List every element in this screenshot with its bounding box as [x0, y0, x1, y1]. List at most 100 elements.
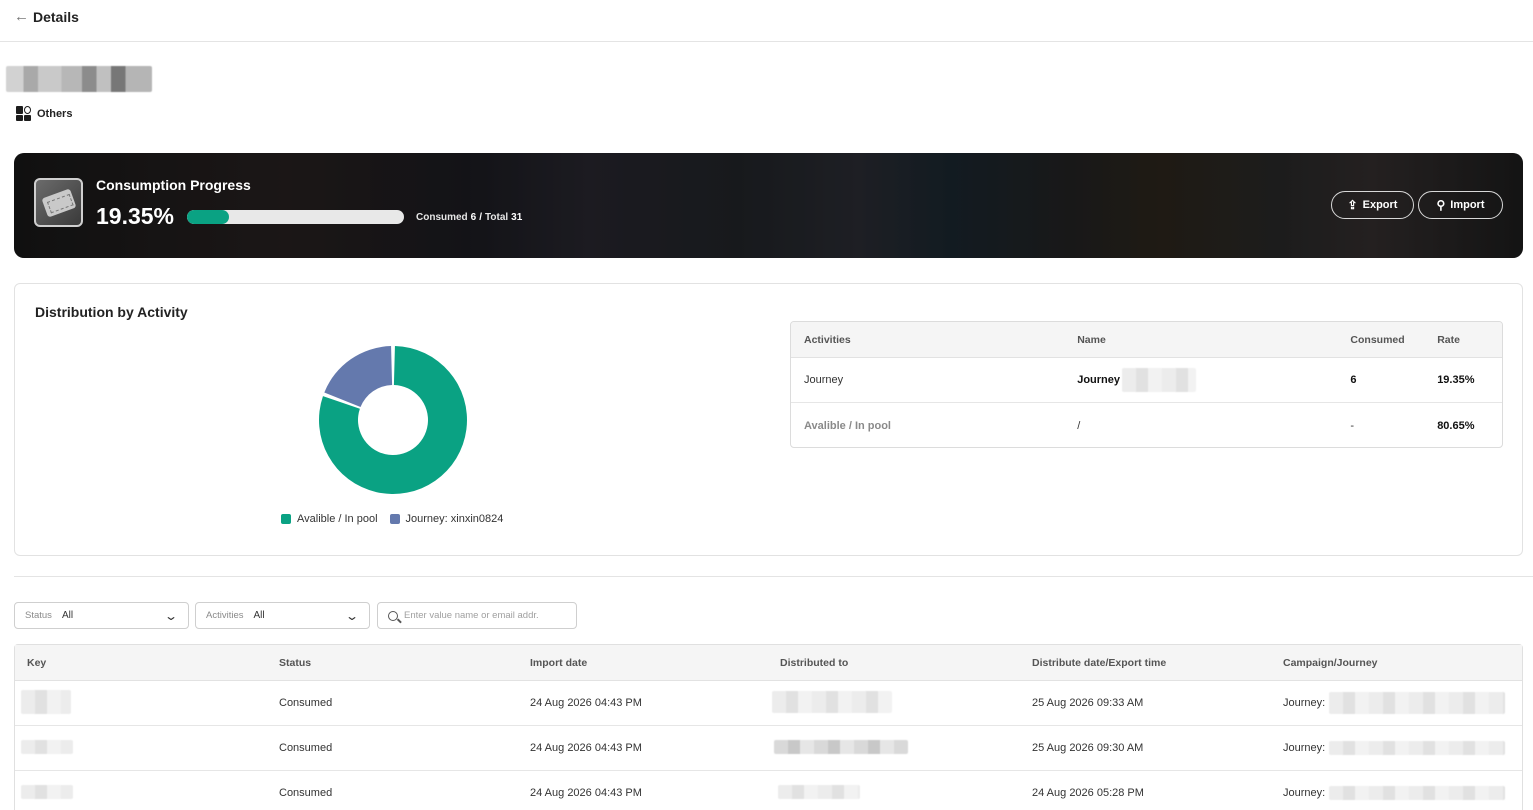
status-cell: Consumed: [279, 742, 333, 754]
search-box: [377, 602, 577, 629]
coupon-icon: [34, 178, 83, 227]
campaign-cell: Journey:: [1270, 741, 1522, 755]
status-cell: Consumed: [279, 787, 333, 799]
distribution-card: Distribution by Activity Avalible / In p…: [14, 283, 1523, 556]
campaign-prefix: Journey:: [1283, 742, 1326, 754]
legend-label-available: Avalible / In pool: [297, 513, 378, 525]
column-name: Name: [1077, 333, 1106, 346]
column-status: Status: [279, 656, 312, 669]
table-row[interactable]: Consumed 24 Aug 2026 04:43 PM 24 Aug 202…: [15, 771, 1522, 810]
recipient-redacted: [772, 690, 892, 713]
status-filter-dropdown[interactable]: Status All ⌄: [14, 602, 189, 629]
name-redacted: [1122, 368, 1196, 392]
activity-cell: Avalible / In pool: [804, 419, 891, 432]
campaign-redacted: [1329, 692, 1506, 714]
distribution-row: Avalible / In pool / - 80.65%: [791, 403, 1502, 447]
status-filter-label: Status: [25, 610, 52, 621]
page-title: Details: [33, 9, 79, 25]
column-distribute-date: Distribute date/Export time: [1032, 656, 1167, 669]
legend-label-journey: Journey: xinxin0824: [405, 513, 504, 525]
import-date-cell: 24 Aug 2026 04:43 PM: [530, 697, 642, 709]
activity-cell: Journey: [804, 374, 844, 386]
chevron-down-icon: ⌄: [163, 608, 179, 623]
keys-table-header: Key Status Import date Distributed to Di…: [15, 645, 1522, 681]
export-button[interactable]: ⇪ Export: [1331, 191, 1414, 219]
legend-item-journey[interactable]: Journey: xinxin0824: [389, 513, 504, 525]
search-icon: [388, 610, 398, 621]
category-label: Others: [37, 107, 73, 120]
distribute-date-cell: 25 Aug 2026 09:30 AM: [1032, 742, 1144, 754]
progress-title: Consumption Progress: [96, 177, 251, 193]
consumed-cell: 6: [1350, 374, 1357, 386]
slice-journey[interactable]: [324, 346, 393, 407]
recipient-redacted: [778, 784, 860, 799]
progress-percent: 19.35%: [96, 203, 175, 229]
campaign-cell: Journey:: [1270, 786, 1522, 800]
count-separator: /: [479, 211, 483, 223]
item-category: Others: [16, 106, 72, 121]
column-campaign-journey: Campaign/Journey: [1283, 656, 1378, 669]
distribution-table: Activities Name Consumed Rate Journey Jo…: [790, 321, 1503, 448]
keys-table: Key Status Import date Distributed to Di…: [14, 644, 1523, 810]
top-bar: ← Details: [0, 0, 1533, 42]
distribution-title: Distribution by Activity: [35, 304, 188, 320]
import-date-cell: 24 Aug 2026 04:43 PM: [530, 787, 642, 799]
total-label: Total: [485, 211, 509, 223]
consumption-progress-banner: Consumption Progress 19.35% Consumed 6 /…: [14, 153, 1523, 258]
key-cell: [15, 784, 266, 802]
grid-shapes-icon: [16, 106, 31, 121]
consumed-cell: -: [1350, 419, 1355, 432]
table-row[interactable]: Consumed 24 Aug 2026 04:43 PM 25 Aug 202…: [15, 681, 1522, 726]
rate-cell: 80.65%: [1437, 419, 1475, 432]
distribute-date-cell: 25 Aug 2026 09:33 AM: [1032, 697, 1144, 709]
item-name-redacted: [6, 66, 152, 92]
campaign-redacted: [1329, 741, 1506, 755]
progress-bar-fill: [187, 210, 229, 224]
column-rate: Rate: [1437, 333, 1460, 346]
section-divider: [14, 576, 1533, 577]
progress-bar: [187, 210, 404, 224]
distribution-donut-chart: [319, 346, 467, 494]
search-input[interactable]: [404, 610, 564, 621]
chart-legend: Avalible / In pool Journey: xinxin0824: [281, 513, 503, 525]
import-date-cell: 24 Aug 2026 04:43 PM: [530, 742, 642, 754]
import-label: Import: [1450, 199, 1485, 211]
legend-swatch-journey: [389, 514, 400, 524]
column-activities: Activities: [804, 333, 851, 346]
column-import-date: Import date: [530, 656, 588, 669]
import-button[interactable]: ⚲ Import: [1418, 191, 1503, 219]
key-redacted: [21, 739, 73, 754]
distribution-row: Journey Journey 6 19.35%: [791, 358, 1502, 403]
rate-cell: 19.35%: [1437, 374, 1475, 386]
distribution-table-header: Activities Name Consumed Rate: [791, 322, 1502, 358]
status-filter-value: All: [61, 610, 74, 621]
key-cell: [15, 739, 266, 757]
back-button[interactable]: ← Details: [14, 8, 79, 26]
consumed-label: Consumed: [416, 211, 468, 223]
status-cell: Consumed: [279, 697, 333, 709]
distributed-to-cell: [768, 690, 1019, 716]
campaign-cell: Journey:: [1270, 692, 1522, 714]
distribute-date-cell: 24 Aug 2026 05:28 PM: [1032, 787, 1144, 799]
recipient-redacted: [774, 739, 908, 754]
campaign-redacted: [1329, 786, 1506, 800]
activities-filter-dropdown[interactable]: Activities All ⌄: [195, 602, 370, 629]
column-consumed: Consumed: [1350, 333, 1405, 346]
distributed-to-cell: [768, 784, 1019, 802]
legend-swatch-available: [281, 514, 291, 524]
key-redacted: [21, 784, 73, 799]
upload-icon: ⇪: [1347, 198, 1358, 212]
name-text: Journey: [1077, 374, 1120, 386]
progress-count: Consumed 6 / Total 31: [416, 210, 522, 224]
user-search-icon: ⚲: [1436, 198, 1446, 212]
key-redacted: [21, 689, 71, 714]
arrow-left-icon: ←: [14, 8, 29, 25]
consumed-value: 6: [470, 211, 477, 223]
chevron-down-icon: ⌄: [344, 608, 360, 623]
table-row[interactable]: Consumed 24 Aug 2026 04:43 PM 25 Aug 202…: [15, 726, 1522, 771]
campaign-prefix: Journey:: [1283, 787, 1326, 799]
activities-filter-value: All: [253, 610, 265, 621]
export-label: Export: [1362, 199, 1398, 211]
legend-item-available[interactable]: Avalible / In pool: [281, 513, 378, 525]
name-cell: Journey: [1064, 368, 1337, 392]
